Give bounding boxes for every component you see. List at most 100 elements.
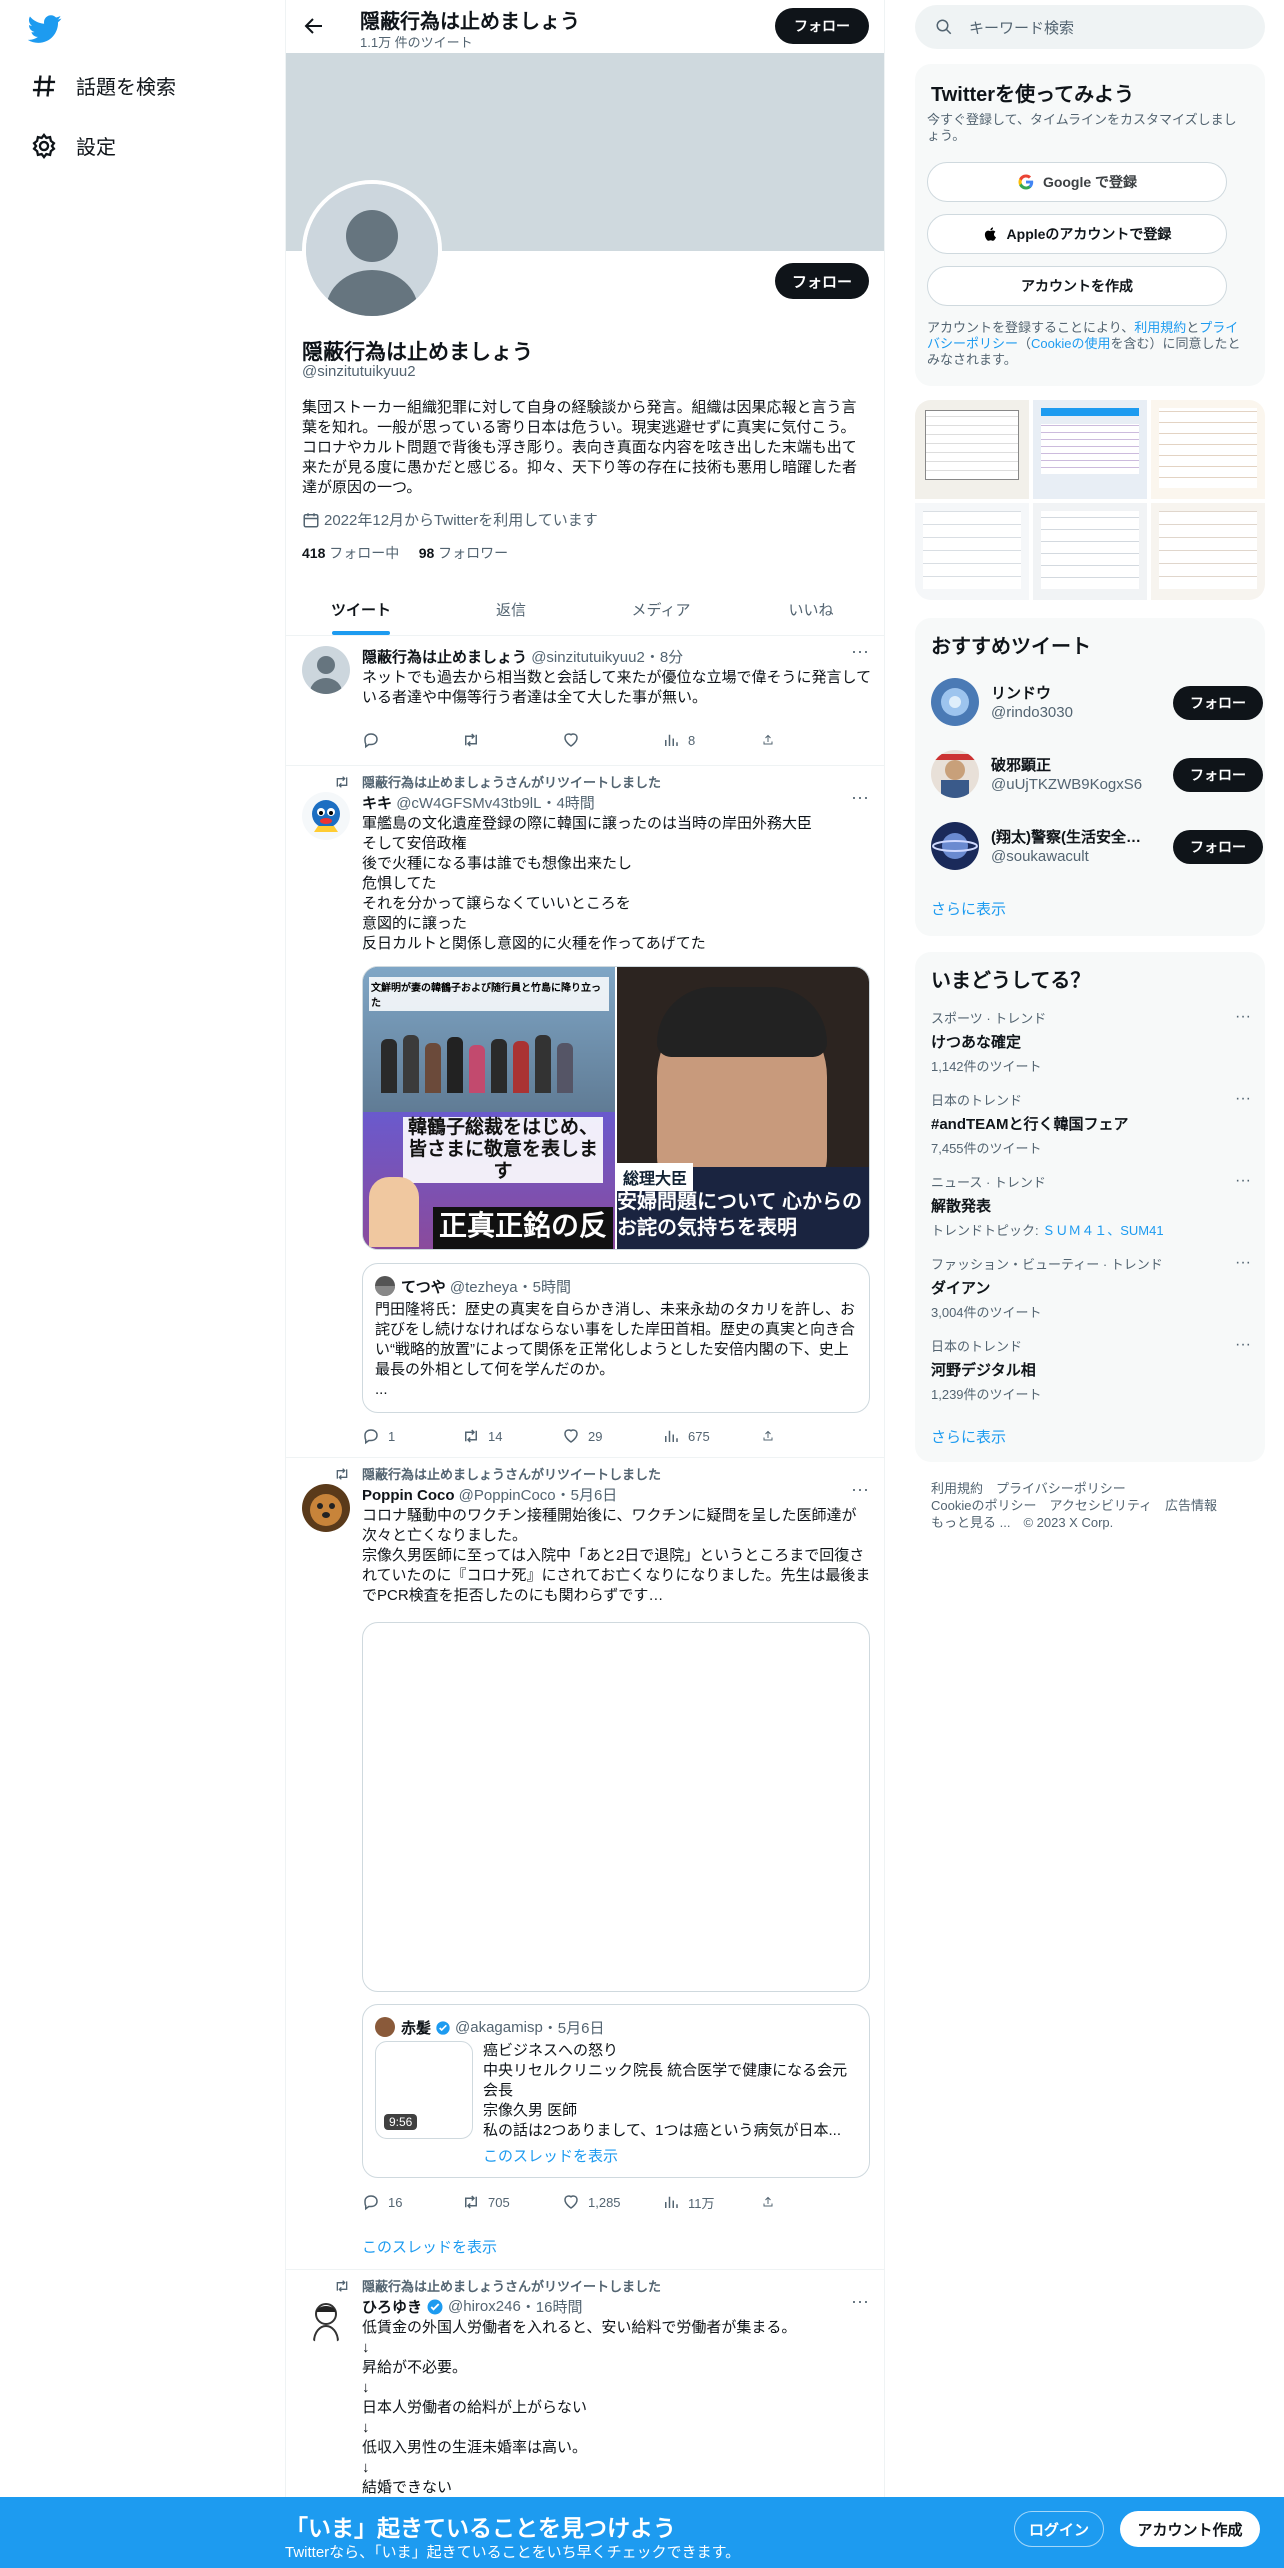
trend-item[interactable]: ニュース · トレンド 解散発表 トレンドトピック: ＳＵＭ４１、SUM41 ·… (931, 1172, 1251, 1239)
follow-button[interactable]: フォロー (1173, 758, 1263, 792)
like-button[interactable] (562, 730, 642, 750)
trend-item[interactable]: 日本のトレンド #andTEAMと行く韓国フェア 7,455件のツイート ··· (931, 1090, 1251, 1157)
media-image-left[interactable]: 文鮮明が妻の韓鶴子および随行員と竹島に降り立った 韓鶴子総裁をはじめ、皆さまに敬… (363, 967, 615, 1249)
more-icon[interactable]: ··· (1235, 1008, 1251, 1026)
twitter-logo-icon[interactable] (28, 12, 62, 46)
reply-button[interactable]: 1 (362, 1426, 442, 1446)
tweet-author-name[interactable]: Poppin Coco (362, 1487, 455, 1504)
tweet-time[interactable]: ・4時間 (541, 795, 594, 812)
tweet-avatar[interactable] (302, 1484, 350, 1532)
tweet[interactable]: 隠蔽行為は止めましょうさんがリツイートしました キキ @cW4GFSMv43tb… (286, 766, 884, 1458)
nav-settings[interactable]: 設定 (30, 131, 116, 160)
trends-show-more-link[interactable]: さらに表示 (931, 1426, 1006, 1447)
share-button[interactable] (762, 2192, 782, 2212)
more-icon[interactable]: ··· (1235, 1254, 1251, 1272)
cookie-link[interactable]: Cookieの使用 (1031, 336, 1110, 351)
tweet-avatar[interactable] (302, 646, 350, 694)
tweet-time[interactable]: ・8分 (645, 649, 683, 666)
more-icon[interactable]: ··· (850, 642, 870, 666)
more-icon[interactable]: ··· (1235, 1090, 1251, 1108)
tweet[interactable]: 隠蔽行為は止めましょうさんがリツイートしました Poppin Coco @Pop… (286, 1458, 884, 2270)
profile-follow-button[interactable]: フォロー (775, 263, 869, 299)
share-button[interactable] (762, 1426, 782, 1446)
nav-explore[interactable]: 話題を検索 (30, 71, 176, 100)
more-icon[interactable]: ··· (850, 1480, 870, 1504)
reply-button[interactable]: 16 (362, 2192, 442, 2212)
tweet-author-handle[interactable]: @PoppinCoco (459, 1487, 556, 1504)
header-follow-button[interactable]: フォロー (775, 8, 869, 44)
login-button[interactable]: ログイン (1014, 2511, 1104, 2547)
trend-item[interactable]: ファッション・ビューティー · トレンド ダイアン 3,004件のツイート ··… (931, 1254, 1251, 1321)
quoted-tweet[interactable]: 赤髪 @akagamisp ・5月6日 9:56 癌ビジネスへの怒り 中央リセルク… (362, 2004, 870, 2178)
tab-likes[interactable]: いいね (736, 583, 884, 635)
following-stat[interactable]: 418 フォロー中 (302, 545, 399, 561)
search-input[interactable]: キーワード検索 (915, 5, 1265, 49)
create-account-button[interactable]: アカウントを作成 (927, 266, 1227, 306)
tweet-author-handle[interactable]: @cW4GFSMv43tb9lL (396, 795, 541, 812)
tweet-time[interactable]: ・5月6日 (556, 1487, 618, 1504)
signup-button[interactable]: アカウント作成 (1120, 2511, 1260, 2547)
show-thread-link[interactable]: このスレッドを表示 (362, 2236, 497, 2257)
reply-button[interactable] (362, 730, 442, 750)
quoted-tweet[interactable]: てつや @tezheya・5時間 門田隆将氏：歴史の真実を自らかき消し、未来永劫… (362, 1263, 870, 1413)
footer-line[interactable]: もっと見る ... © 2023 X Corp. (931, 1514, 1251, 1531)
follow-button[interactable]: フォロー (1173, 686, 1263, 720)
footer-line[interactable]: Cookieのポリシー アクセシビリティ 広告情報 (931, 1497, 1251, 1514)
tweet-time[interactable]: ・16時間 (521, 2296, 583, 2317)
back-arrow-icon[interactable] (302, 14, 326, 38)
google-signup-button[interactable]: Google で登録 (927, 162, 1227, 202)
tweet-author-name[interactable]: ひろゆき (362, 2296, 422, 2317)
tweet-author-handle[interactable]: @hirox246 (448, 2298, 521, 2315)
trend-item[interactable]: スポーツ · トレンド けつあな確定 1,142件のツイート ··· (931, 1008, 1251, 1075)
apple-signup-button[interactable]: Appleのアカウントで登録 (927, 214, 1227, 254)
tweet-author-handle[interactable]: @sinzitutuikyuu2 (531, 649, 645, 666)
follow-button[interactable]: フォロー (1173, 830, 1263, 864)
retweet-button[interactable] (462, 730, 542, 750)
media-grid-thumb[interactable] (1033, 503, 1147, 600)
more-icon[interactable]: ··· (850, 788, 870, 812)
trend-topic-link[interactable]: ＳＵＭ４１、SUM41 (1042, 1223, 1163, 1238)
tab-media[interactable]: メディア (586, 583, 736, 635)
views-button[interactable]: 675 (662, 1426, 742, 1446)
tweet-author-name[interactable]: 隠蔽行為は止めましょう (362, 649, 527, 666)
recommended-show-more-link[interactable]: さらに表示 (931, 898, 1006, 919)
more-icon[interactable]: ··· (1235, 1172, 1251, 1190)
media-grid-thumb[interactable] (1151, 503, 1265, 600)
media-placeholder[interactable] (362, 1622, 870, 1992)
share-button[interactable] (762, 730, 782, 750)
media-grid[interactable] (915, 400, 1265, 600)
followers-stat[interactable]: 98 フォロワー (419, 545, 508, 561)
retweet-context-text[interactable]: 隠蔽行為は止めましょうさんがリツイートしました (362, 2276, 661, 2295)
quote-video-thumbnail[interactable]: 9:56 (375, 2041, 473, 2139)
views-button[interactable]: 11万 (662, 2192, 742, 2212)
profile-avatar[interactable] (302, 180, 442, 320)
tweet-media[interactable]: 文鮮明が妻の韓鶴子および随行員と竹島に降り立った 韓鶴子総裁をはじめ、皆さまに敬… (362, 966, 870, 1250)
tweet-author-name[interactable]: キキ (362, 795, 392, 812)
media-grid-thumb[interactable] (1151, 400, 1265, 499)
retweet-context-text[interactable]: 隠蔽行為は止めましょうさんがリツイートしました (362, 1464, 661, 1483)
tweet[interactable]: 隠蔽行為は止めましょう @sinzitutuikyuu2・8分 ··· ネットで… (286, 636, 884, 766)
tweet-avatar[interactable] (302, 2296, 350, 2344)
media-grid-thumb[interactable] (1033, 400, 1147, 499)
recommended-user[interactable]: 破邪顕正 @uUjTKZWB9KogxS6 フォロー (931, 746, 1263, 802)
like-button[interactable]: 1,285 (562, 2192, 642, 2212)
footer-line[interactable]: 利用規約 プライバシーポリシー (931, 1480, 1251, 1497)
recommended-user[interactable]: (翔太)警察(生活安全… @soukawacult フォロー (931, 818, 1263, 874)
trend-item[interactable]: 日本のトレンド 河野デジタル相 1,239件のツイート ··· (931, 1336, 1251, 1403)
more-icon[interactable]: ··· (850, 2292, 870, 2316)
retweet-context-text[interactable]: 隠蔽行為は止めましょうさんがリツイートしました (362, 772, 661, 791)
quote-show-thread-link[interactable]: このスレッドを表示 (483, 2145, 618, 2166)
tab-replies[interactable]: 返信 (436, 583, 586, 635)
retweet-button[interactable]: 705 (462, 2192, 542, 2212)
views-button[interactable]: 8 (662, 730, 742, 750)
media-grid-thumb[interactable] (915, 400, 1029, 499)
recommended-user[interactable]: リンドウ @rindo3030 フォロー (931, 674, 1263, 730)
media-image-right[interactable]: 総理大臣 安婦問題について 心からのお詫の気持ちを表明 (617, 967, 869, 1249)
retweet-button[interactable]: 14 (462, 1426, 542, 1446)
media-grid-thumb[interactable] (915, 503, 1029, 600)
terms-link[interactable]: 利用規約 (1134, 320, 1186, 335)
more-icon[interactable]: ··· (1235, 1336, 1251, 1354)
like-button[interactable]: 29 (562, 1426, 642, 1446)
tab-tweets[interactable]: ツイート (286, 583, 436, 635)
tweet-avatar[interactable] (302, 792, 350, 840)
